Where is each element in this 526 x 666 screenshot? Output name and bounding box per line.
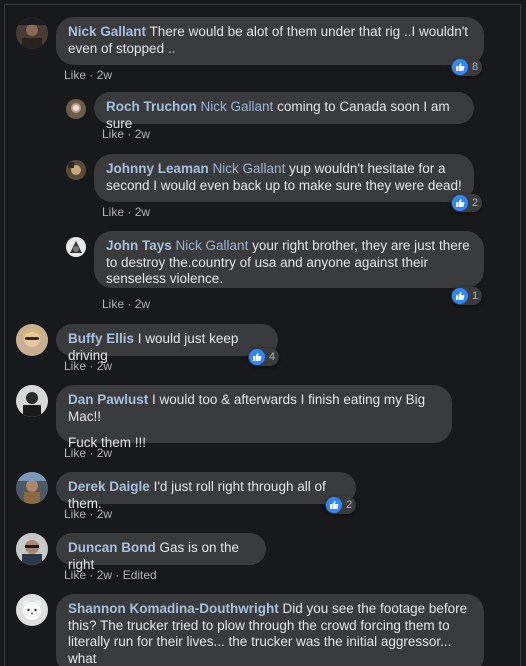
comment-bubble: Shannon Komadina-Douthwright Did you see… (56, 594, 484, 666)
comment-meta: Like · 2w (64, 359, 113, 373)
comment-author[interactable]: Dan Pawlust (68, 392, 148, 407)
timestamp[interactable]: 2w (97, 359, 112, 373)
like-link[interactable]: Like (102, 127, 124, 141)
mention-link[interactable]: Nick Gallant (213, 161, 286, 176)
comment-author[interactable]: Duncan Bond (68, 540, 156, 555)
like-link[interactable]: Like (64, 507, 86, 521)
comment-bubble: Buffy Ellis I would just keep driving (56, 324, 278, 363)
like-link[interactable]: Like (64, 359, 86, 373)
edited-label[interactable]: Edited (123, 568, 157, 582)
timestamp[interactable]: 2w (135, 127, 150, 141)
avatar[interactable] (16, 472, 48, 504)
timestamp[interactable]: 2w (97, 68, 112, 82)
comment-meta: Like · 2w (102, 127, 151, 141)
avatar[interactable] (16, 324, 48, 356)
mention-link[interactable]: Nick Gallant (176, 238, 249, 253)
reaction-count[interactable]: 1 (451, 287, 483, 305)
thumbs-up-icon (326, 497, 342, 513)
reaction-count[interactable]: 8 (451, 58, 483, 76)
reaction-count[interactable]: 4 (248, 348, 280, 366)
comment-meta: Like · 2w (64, 507, 113, 521)
like-link[interactable]: Like (64, 68, 86, 82)
thumbs-up-icon (452, 195, 468, 211)
comment-author[interactable]: Derek Daigle (68, 479, 150, 494)
avatar[interactable] (66, 237, 86, 257)
timestamp[interactable]: 2w (97, 446, 112, 460)
like-link[interactable]: Like (64, 446, 86, 460)
thumbs-up-icon (452, 59, 468, 75)
comment-bubble: John Tays Nick Gallant your right brothe… (94, 231, 484, 288)
avatar[interactable] (16, 594, 48, 626)
comment-author[interactable]: John Tays (106, 238, 172, 253)
comment-bubble: Derek Daigle I'd just roll right through… (56, 472, 356, 511)
comment-author[interactable]: Buffy Ellis (68, 331, 134, 346)
comment-author[interactable]: Roch Truchon (106, 99, 197, 114)
comment-author[interactable]: Johnny Leaman (106, 161, 209, 176)
comment-author[interactable]: Shannon Komadina-Douthwright (68, 601, 279, 616)
comment-meta: Like · 2w (102, 205, 151, 219)
comment-meta: Like · 2w (102, 297, 151, 311)
like-link[interactable]: Like (102, 205, 124, 219)
comment-bubble: Duncan Bond Gas is on the right (56, 533, 266, 572)
comment-meta: Like · 2w (64, 446, 113, 460)
thumbs-up-icon (249, 349, 265, 365)
comment-author[interactable]: Nick Gallant (68, 24, 146, 39)
avatar[interactable] (16, 17, 48, 49)
thumbs-up-icon (452, 288, 468, 304)
comment-meta: Like · 2w · Edited (64, 568, 157, 582)
avatar[interactable] (16, 385, 48, 417)
timestamp[interactable]: 2w (97, 568, 112, 582)
like-link[interactable]: Like (64, 568, 86, 582)
comment-text-line-2: Fuck them !!! (68, 435, 147, 450)
reaction-count[interactable]: 2 (451, 194, 483, 212)
timestamp[interactable]: 2w (135, 297, 150, 311)
avatar[interactable] (66, 160, 86, 180)
like-link[interactable]: Like (102, 297, 124, 311)
comment-bubble: Roch Truchon Nick Gallant coming to Cana… (94, 92, 474, 131)
reaction-count[interactable]: 2 (325, 496, 357, 514)
comment-meta: Like · 2w (64, 68, 113, 82)
avatar[interactable] (16, 533, 48, 565)
comment-bubble: Dan Pawlust I would too & afterwards I f… (56, 385, 452, 450)
mention-link[interactable]: Nick Gallant (201, 99, 274, 114)
comment-bubble: Johnny Leaman Nick Gallant yup wouldn't … (94, 154, 474, 202)
timestamp[interactable]: 2w (135, 205, 150, 219)
avatar[interactable] (66, 99, 86, 119)
timestamp[interactable]: 2w (97, 507, 112, 521)
comment-bubble: Nick Gallant There would be alot of them… (56, 17, 484, 65)
